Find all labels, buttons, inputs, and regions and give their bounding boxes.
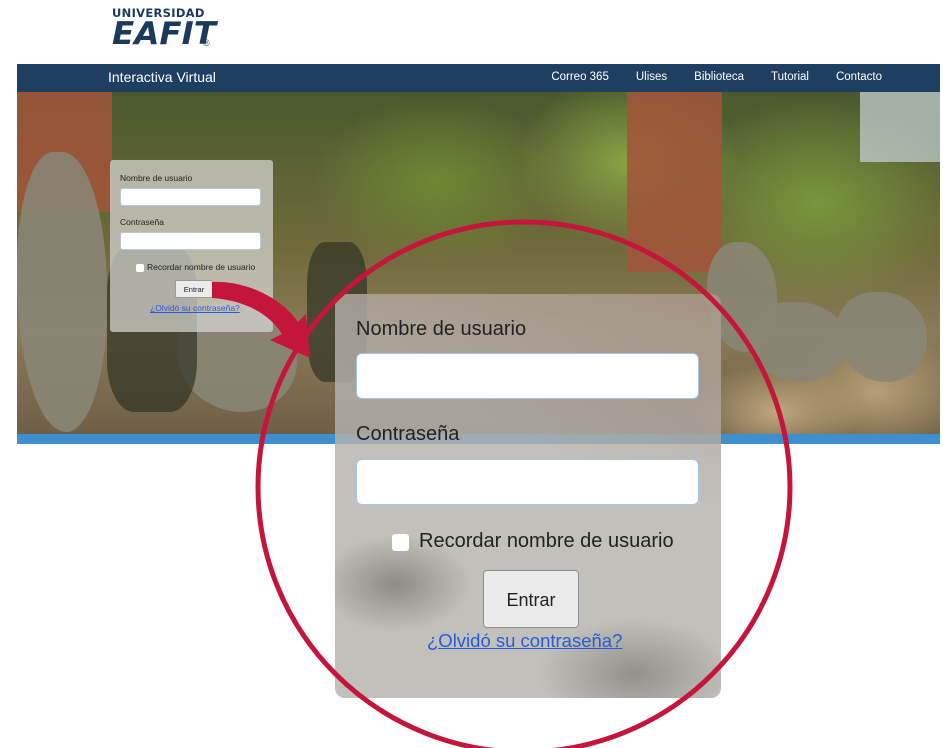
remember-checkbox-small[interactable] [136, 264, 144, 272]
password-label-zoomed: Contraseña [356, 423, 460, 445]
building-right [627, 92, 722, 272]
rock-right-2 [747, 302, 847, 382]
password-input-small[interactable] [120, 232, 261, 250]
password-label: Contraseña [120, 217, 164, 227]
username-label-zoomed: Nombre de usuario [356, 318, 527, 340]
rock-right-3 [837, 292, 927, 382]
rock-left [17, 152, 107, 432]
nav-link-biblioteca[interactable]: Biblioteca [694, 71, 744, 83]
forgot-password-link[interactable]: ¿Olvidó su contraseña? [427, 630, 622, 652]
logo-main-text: EAFIT [112, 16, 216, 52]
login-panel-zoomed: Nombre de usuario Contraseña Recordar no… [335, 294, 721, 698]
remember-label: Recordar nombre de usuario [147, 262, 256, 272]
logo-registered-mark: ® [203, 38, 210, 48]
nav-links: Correo 365 Ulises Biblioteca Tutorial Co… [524, 71, 882, 83]
login-panel-small: Nombre de usuario Contraseña Recordar no… [110, 160, 273, 332]
nav-link-tutorial[interactable]: Tutorial [771, 71, 809, 83]
eafit-logo[interactable]: UNIVERSIDAD EAFIT ® [112, 7, 222, 51]
nav-link-correo[interactable]: Correo 365 [551, 71, 609, 83]
forgot-password-link-small[interactable]: ¿Olvidó su contraseña? [150, 303, 240, 313]
username-input[interactable] [356, 353, 699, 399]
nav-link-contacto[interactable]: Contacto [836, 71, 882, 83]
nav-link-ulises[interactable]: Ulises [636, 71, 667, 83]
remember-checkbox[interactable] [392, 534, 409, 551]
username-input-small[interactable] [120, 188, 261, 206]
password-input[interactable] [356, 459, 699, 505]
username-label: Nombre de usuario [120, 173, 193, 183]
submit-button[interactable]: Entrar [483, 570, 579, 628]
submit-button-small[interactable]: Entrar [175, 280, 213, 298]
site-title[interactable]: Interactiva Virtual [108, 69, 216, 85]
top-navbar: Interactiva Virtual Correo 365 Ulises Bi… [17, 64, 940, 92]
sky-patch [860, 92, 940, 162]
remember-label-zoomed: Recordar nombre de usuario [419, 530, 674, 552]
